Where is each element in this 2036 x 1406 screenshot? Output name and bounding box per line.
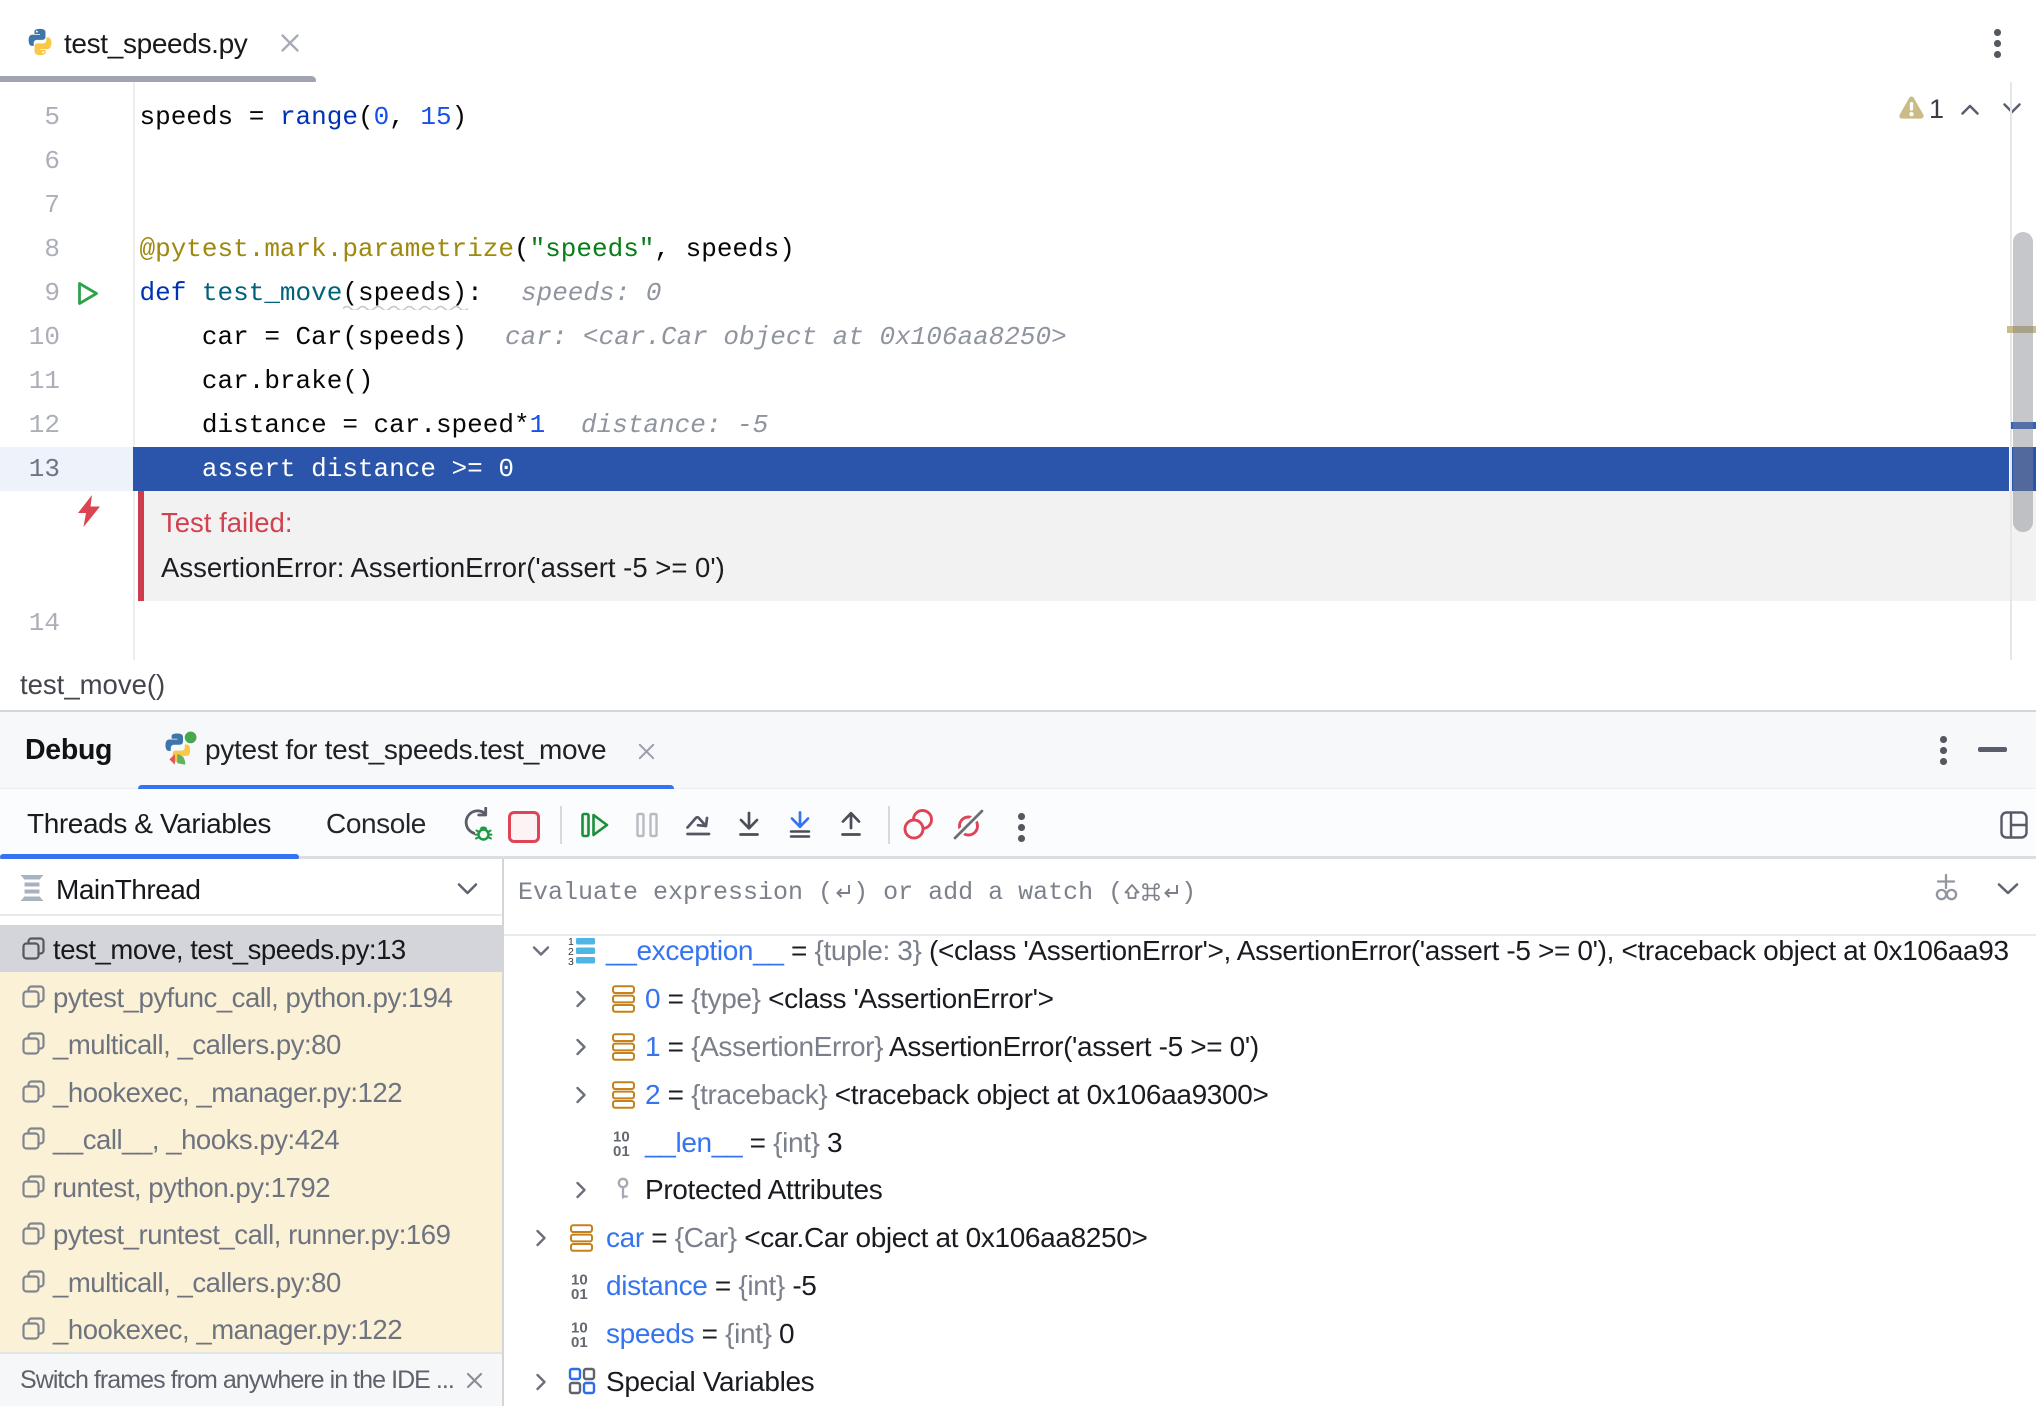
svg-text:01: 01 [571, 1334, 588, 1349]
svg-text:01: 01 [613, 1143, 630, 1158]
svg-text:01: 01 [571, 1286, 588, 1301]
svg-text:3: 3 [568, 956, 574, 966]
